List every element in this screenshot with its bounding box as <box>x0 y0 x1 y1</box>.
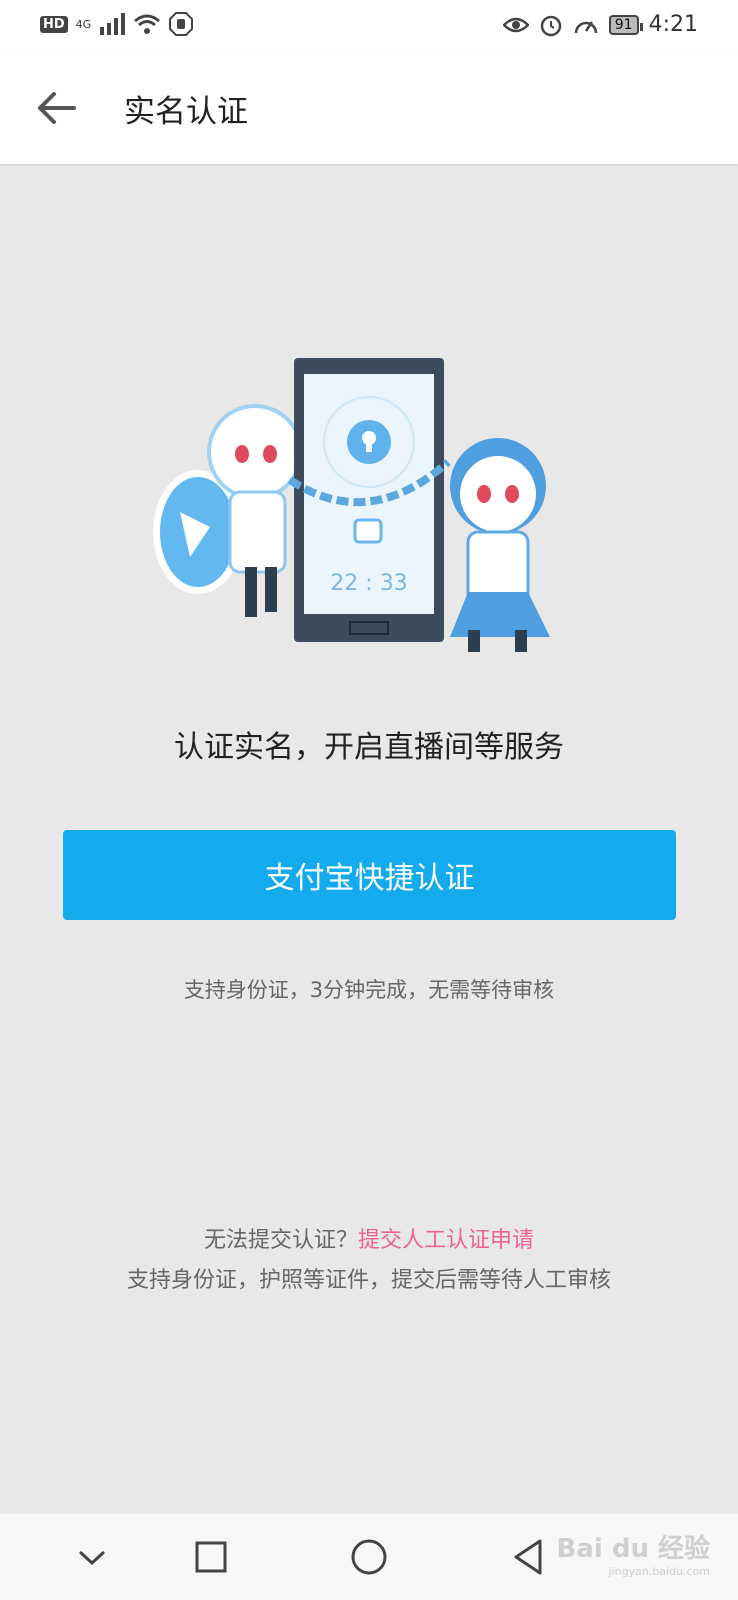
clock: 4:21 <box>648 12 698 37</box>
hand-icon <box>169 12 194 36</box>
status-bar: HD 4G 91 4:21 <box>0 0 738 52</box>
back-button[interactable] <box>28 82 84 134</box>
nav-home-button[interactable] <box>339 1532 399 1582</box>
nav-recents-button[interactable] <box>181 1532 241 1582</box>
padlock-graphic <box>353 518 383 544</box>
phone-clock-text: 22 : 33 <box>330 571 407 596</box>
system-nav-bar: Bai du 经验 jingyan.baidu.com <box>0 1514 738 1600</box>
verification-illustration: 22 : 33 <box>153 358 550 652</box>
hd-badge: HD <box>40 15 68 33</box>
verify-hint: 支持身份证，3分钟完成，无需等待审核 <box>183 978 555 1002</box>
manual-prefix: 无法提交认证？ <box>203 1228 358 1253</box>
nav-collapse-button[interactable] <box>62 1532 122 1582</box>
watermark-brand: Bai du 经验 <box>556 1534 711 1564</box>
manual-verify-row: 无法提交认证？提交人工认证申请 <box>0 1222 738 1254</box>
speed-icon <box>574 20 598 33</box>
watermark-domain: jingyan.baidu.com <box>608 1565 710 1578</box>
phone-graphic: 22 : 33 <box>294 358 444 642</box>
manual-verify-hint: 支持身份证，护照等证件，提交后需等待人工审核 <box>126 1268 611 1293</box>
battery-indicator: 91 <box>608 14 643 35</box>
square-icon <box>195 1541 227 1573</box>
triangle-back-icon <box>514 1539 542 1575</box>
right-character <box>450 438 550 652</box>
status-left: HD 4G <box>40 12 194 36</box>
network-label: 4G <box>75 17 92 31</box>
app-bar: 实名认证 <box>0 52 738 164</box>
eye-icon <box>502 17 529 32</box>
alarm-icon <box>540 15 562 36</box>
baidu-watermark: Bai du 经验 jingyan.baidu.com <box>557 1528 711 1578</box>
chevron-down-icon <box>78 1550 106 1566</box>
page-title: 实名认证 <box>124 94 248 130</box>
back-arrow-icon <box>38 92 76 124</box>
circle-icon <box>351 1539 387 1575</box>
wifi-icon <box>134 14 161 34</box>
manual-verify-link[interactable]: 提交人工认证申请 <box>358 1228 534 1253</box>
status-right: 91 4:21 <box>502 12 698 37</box>
alipay-verify-button[interactable]: 支付宝快捷认证 <box>63 830 676 920</box>
tagline: 认证实名，开启直播间等服务 <box>174 730 564 765</box>
signal-icon <box>100 13 126 35</box>
nav-back-button[interactable] <box>498 1532 558 1582</box>
